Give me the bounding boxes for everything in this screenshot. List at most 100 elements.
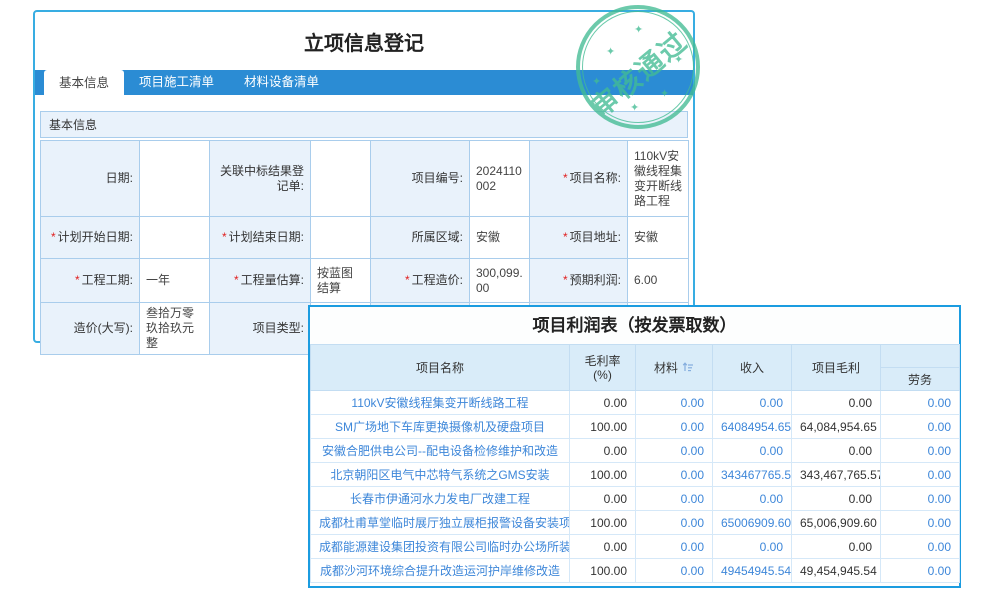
sort-asc-icon[interactable]	[682, 361, 694, 376]
project-name-link[interactable]: SM广场地下车库更换摄像机及硬盘项目	[311, 415, 570, 439]
material-value: 0.00	[636, 463, 713, 487]
field-label: *工程量估算:	[210, 259, 311, 303]
gross-rate-value: 0.00	[570, 487, 636, 511]
income-value: 0.00	[713, 439, 792, 463]
income-value: 65006909.60	[713, 511, 792, 535]
profit-table: 项目名称 毛利率 (%) 材料 收入 项目毛利 劳务 110kV安徽线程集变开断…	[310, 344, 960, 583]
material-label: 材料	[654, 361, 678, 375]
material-value: 0.00	[636, 415, 713, 439]
labor-value: 0.00	[881, 439, 960, 463]
field-value[interactable]: 一年	[140, 259, 210, 303]
field-label: 项目编号:	[371, 141, 470, 217]
material-value: 0.00	[636, 559, 713, 583]
labor-value: 0.00	[881, 535, 960, 559]
field-value[interactable]: 6.00	[628, 259, 689, 303]
tab-2[interactable]: 材料设备清单	[229, 70, 334, 95]
project-gross-value: 343,467,765.57	[792, 463, 881, 487]
required-asterisk: *	[563, 230, 568, 244]
project-registration-panel: 立项信息登记 基本信息项目施工清单材料设备清单 基本信息 日期:关联中标结果登记…	[33, 10, 695, 343]
project-gross-value: 64,084,954.65	[792, 415, 881, 439]
field-label: 日期:	[41, 141, 140, 217]
income-value: 49454945.54	[713, 559, 792, 583]
gross-rate-value: 0.00	[570, 439, 636, 463]
field-value[interactable]	[140, 141, 210, 217]
material-value: 0.00	[636, 487, 713, 511]
field-value[interactable]	[311, 217, 371, 259]
column-header-group-empty	[881, 345, 960, 368]
field-label: 造价(大写):	[41, 303, 140, 355]
form-row: 日期: 关联中标结果登记单: 项目编号:2024110002*项目名称:110kV安…	[41, 141, 689, 217]
labor-value: 0.00	[881, 487, 960, 511]
field-label: *项目名称:	[530, 141, 628, 217]
required-asterisk: *	[234, 273, 239, 287]
labor-value: 0.00	[881, 415, 960, 439]
income-value: 64084954.65	[713, 415, 792, 439]
tab-bar: 基本信息项目施工清单材料设备清单	[35, 70, 693, 95]
material-value: 0.00	[636, 511, 713, 535]
field-label: 所属区域:	[371, 217, 470, 259]
project-name-link[interactable]: 成都杜甫草堂临时展厅独立展柜报警设备安装项目	[311, 511, 570, 535]
gross-rate-value: 100.00	[570, 511, 636, 535]
income-value: 0.00	[713, 391, 792, 415]
field-value[interactable]: 安徽	[470, 217, 530, 259]
project-name-link[interactable]: 成都沙河环境综合提升改造运河护岸维修改造	[311, 559, 570, 583]
project-gross-value: 49,454,945.54	[792, 559, 881, 583]
gross-rate-value: 100.00	[570, 559, 636, 583]
profit-table-title: 项目利润表（按发票取数）	[310, 307, 959, 344]
field-label: 项目类型:	[210, 303, 311, 355]
required-asterisk: *	[563, 273, 568, 287]
material-value: 0.00	[636, 391, 713, 415]
field-value[interactable]	[311, 141, 371, 217]
field-label: *项目地址:	[530, 217, 628, 259]
required-asterisk: *	[222, 230, 227, 244]
profit-table-row: 安徽合肥供电公司--配电设备检修维护和改造0.000.000.000.000.0…	[311, 439, 960, 463]
project-name-link[interactable]: 成都能源建设集团投资有限公司临时办公场所装修改	[311, 535, 570, 559]
field-value[interactable]: 按蓝图结算	[311, 259, 371, 303]
field-value[interactable]: 110kV安徽线程集变开断线路工程	[628, 141, 689, 217]
material-value: 0.00	[636, 535, 713, 559]
labor-value: 0.00	[881, 463, 960, 487]
labor-value: 0.00	[881, 391, 960, 415]
profit-table-row: 成都杜甫草堂临时展厅独立展柜报警设备安装项目100.000.0065006909…	[311, 511, 960, 535]
profit-table-row: 长春市伊通河水力发电厂改建工程0.000.000.000.000.00	[311, 487, 960, 511]
field-value[interactable]: 安徽	[628, 217, 689, 259]
column-header-material[interactable]: 材料	[636, 345, 713, 391]
gross-rate-value: 0.00	[570, 391, 636, 415]
column-header-labor: 劳务	[881, 368, 960, 391]
gross-rate-value: 0.00	[570, 535, 636, 559]
field-value[interactable]	[140, 217, 210, 259]
form-row: *工程工期:一年*工程量估算:按蓝图结算*工程造价:300,099.00*预期利…	[41, 259, 689, 303]
column-header-gross-rate: 毛利率 (%)	[570, 345, 636, 391]
profit-table-row: 成都沙河环境综合提升改造运河护岸维修改造100.000.0049454945.5…	[311, 559, 960, 583]
income-value: 343467765.57	[713, 463, 792, 487]
gross-rate-value: 100.00	[570, 415, 636, 439]
column-header-project-gross: 项目毛利	[792, 345, 881, 391]
required-asterisk: *	[75, 273, 80, 287]
field-label: *预期利润:	[530, 259, 628, 303]
project-gross-value: 65,006,909.60	[792, 511, 881, 535]
profit-table-row: 110kV安徽线程集变开断线路工程0.000.000.000.000.00	[311, 391, 960, 415]
gross-rate-unit: (%)	[570, 368, 635, 382]
project-name-link[interactable]: 安徽合肥供电公司--配电设备检修维护和改造	[311, 439, 570, 463]
field-label: *计划开始日期:	[41, 217, 140, 259]
tab-1[interactable]: 项目施工清单	[124, 70, 229, 95]
field-value[interactable]: 300,099.00	[470, 259, 530, 303]
project-name-link[interactable]: 110kV安徽线程集变开断线路工程	[311, 391, 570, 415]
required-asterisk: *	[563, 171, 568, 185]
field-value[interactable]: 2024110002	[470, 141, 530, 217]
tab-0[interactable]: 基本信息	[44, 70, 124, 101]
profit-table-row: 北京朝阳区电气中芯特气系统之GMS安装100.000.00343467765.5…	[311, 463, 960, 487]
field-label: *工程造价:	[371, 259, 470, 303]
project-name-link[interactable]: 长春市伊通河水力发电厂改建工程	[311, 487, 570, 511]
field-value[interactable]: 叁拾万零玖拾玖元整	[140, 303, 210, 355]
income-value: 0.00	[713, 535, 792, 559]
labor-value: 0.00	[881, 511, 960, 535]
field-label: 关联中标结果登记单:	[210, 141, 311, 217]
labor-value: 0.00	[881, 559, 960, 583]
field-label: *计划结束日期:	[210, 217, 311, 259]
gross-rate-label: 毛利率	[570, 354, 635, 368]
profit-table-row: 成都能源建设集团投资有限公司临时办公场所装修改0.000.000.000.000…	[311, 535, 960, 559]
project-gross-value: 0.00	[792, 487, 881, 511]
project-name-link[interactable]: 北京朝阳区电气中芯特气系统之GMS安装	[311, 463, 570, 487]
form-row: *计划开始日期:*计划结束日期:所属区域:安徽*项目地址:安徽	[41, 217, 689, 259]
